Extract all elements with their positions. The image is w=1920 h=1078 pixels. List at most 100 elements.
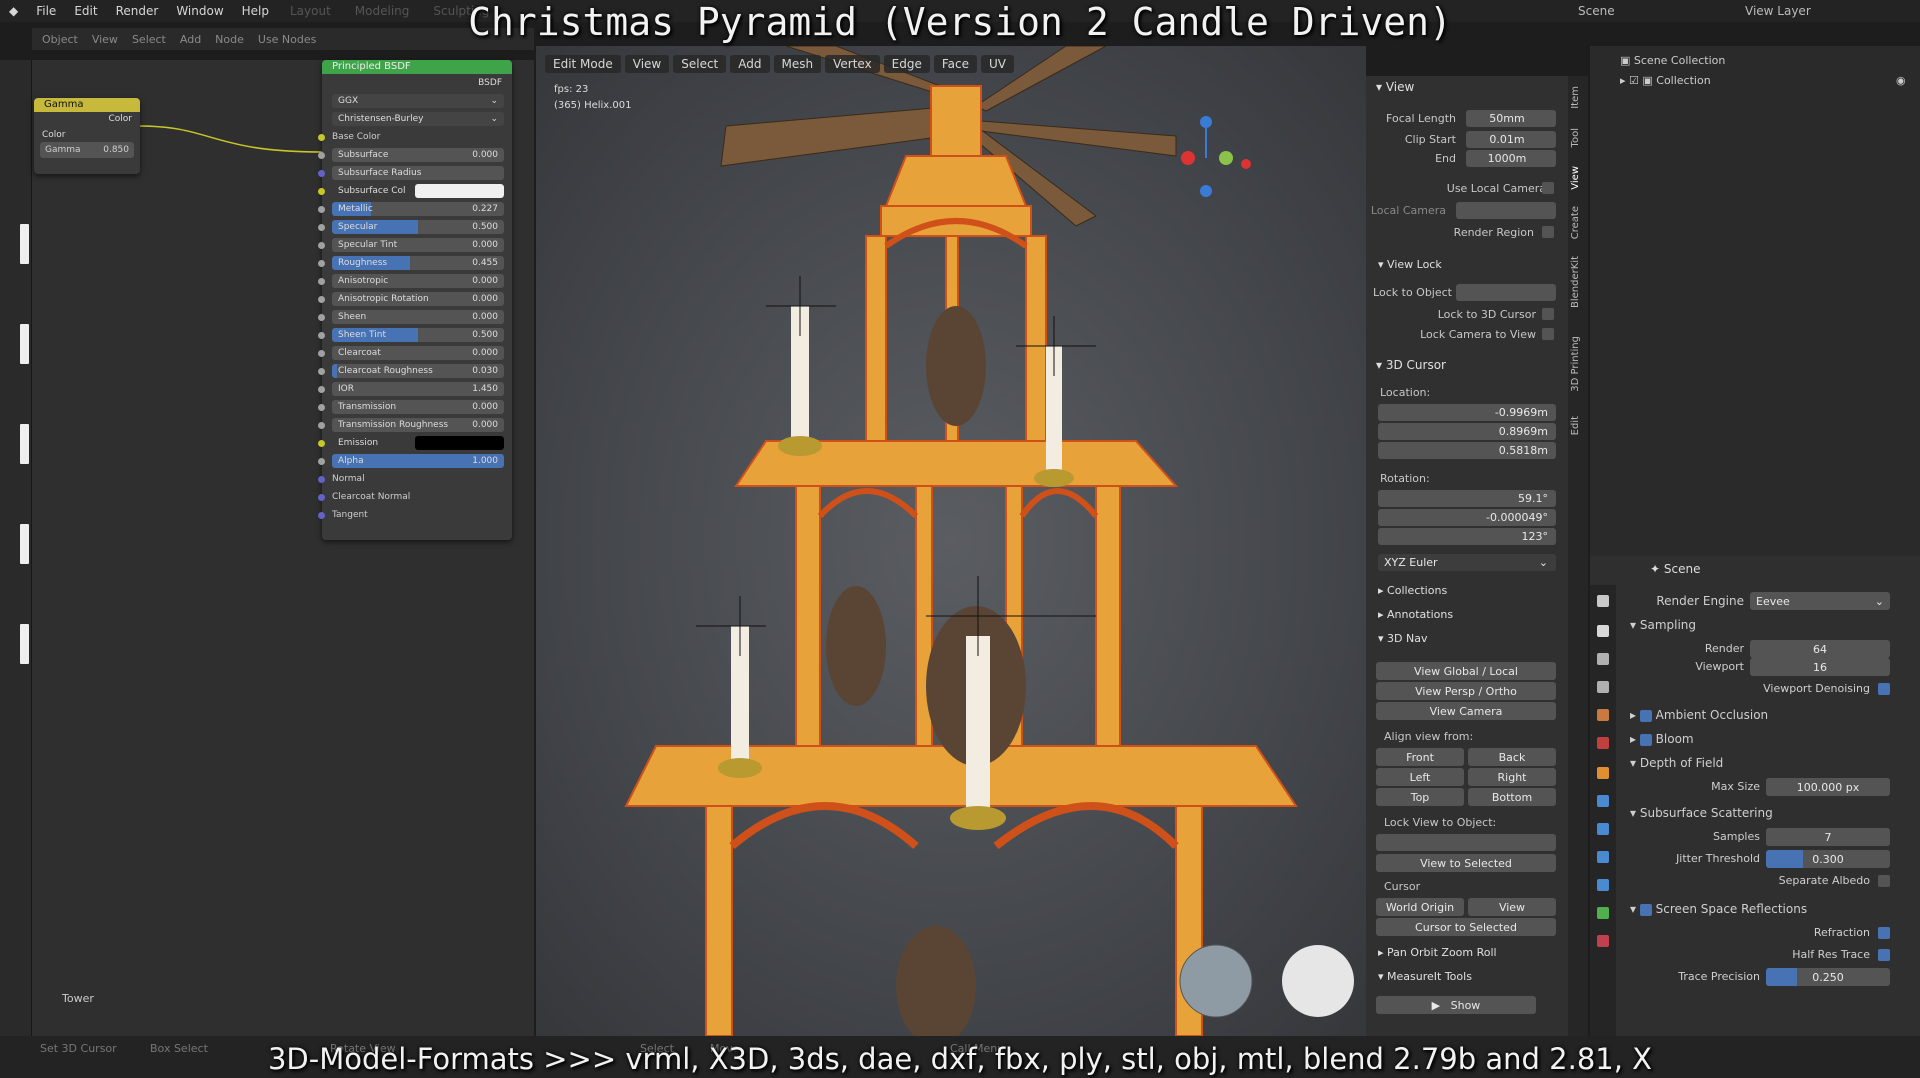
tool-tab-icon[interactable]	[1597, 595, 1609, 607]
max-size-field[interactable]: 100.000 px	[1766, 778, 1890, 796]
view-section-header[interactable]: ▾ View	[1366, 76, 1568, 98]
local-camera-field[interactable]	[1456, 202, 1556, 219]
sss-samples-field[interactable]: 7	[1766, 828, 1890, 846]
gamma-value-field[interactable]: Gamma 0.850	[40, 142, 134, 158]
measureit-show-button[interactable]: ▶ Show	[1376, 996, 1536, 1014]
sampling-header[interactable]: ▾ Sampling	[1630, 618, 1696, 632]
ao-checkbox[interactable]	[1639, 709, 1652, 722]
bsdf-param-row[interactable]: Metallic 0.227	[318, 200, 512, 218]
physics-tab-icon[interactable]	[1597, 851, 1609, 863]
bsdf-param-row[interactable]: Specular Tint 0.000	[318, 236, 512, 254]
tool-scale-icon[interactable]	[20, 524, 29, 564]
bsdf-param-field[interactable]: Anisotropic Rotation 0.000	[332, 292, 504, 306]
bsdf-param-row[interactable]: Subsurface Radius	[318, 164, 512, 182]
cursor-x-field[interactable]: -0.9969m	[1378, 404, 1556, 421]
visibility-eye-icon[interactable]: ◉	[1896, 74, 1906, 87]
scene-tab-icon[interactable]	[1597, 709, 1609, 721]
render-region-checkbox[interactable]	[1542, 226, 1554, 238]
cursor-rot-y-field[interactable]: -0.000049°	[1378, 509, 1556, 526]
bsdf-param-row[interactable]: Emission	[318, 434, 512, 452]
bsdf-param-row[interactable]: Subsurface Col	[318, 182, 512, 200]
bsdf-param-row[interactable]: Alpha 1.000	[318, 452, 512, 470]
world-tab-icon[interactable]	[1597, 737, 1609, 749]
distribution-dropdown[interactable]: GGX ⌄	[332, 94, 504, 108]
tab-tool[interactable]: Tool	[1570, 128, 1586, 147]
bsdf-param-field[interactable]: Subsurface 0.000	[332, 148, 504, 162]
bsdf-param-field[interactable]: Specular 0.500	[332, 220, 504, 234]
tool-rotate-icon[interactable]	[20, 424, 29, 464]
tool-transform-icon[interactable]	[20, 624, 29, 664]
trace-precision-slider[interactable]: 0.250	[1766, 968, 1890, 986]
gamma-node[interactable]: Gamma Color Color Gamma 0.850	[34, 98, 140, 174]
bsdf-param-field[interactable]: Specular Tint 0.000	[332, 238, 504, 252]
collections-header[interactable]: ▸ Collections	[1378, 584, 1447, 597]
tab-blenderkit[interactable]: BlenderKit	[1570, 256, 1586, 308]
color-swatch[interactable]	[414, 436, 504, 450]
node-editor[interactable]: Gamma Color Color Gamma 0.850 Principled…	[32, 60, 534, 1036]
bsdf-param-field[interactable]: Roughness 0.455	[332, 256, 504, 270]
dof-header[interactable]: ▾ Depth of Field	[1630, 756, 1723, 770]
align-left-button[interactable]: Left	[1376, 768, 1464, 786]
align-top-button[interactable]: Top	[1376, 788, 1464, 806]
tab-edit[interactable]: Edit	[1570, 416, 1586, 435]
bsdf-param-row[interactable]: Transmission Roughness 0.000	[318, 416, 512, 434]
menu-uv[interactable]: UV	[981, 55, 1015, 73]
color-swatch[interactable]	[414, 184, 504, 198]
bsdf-param-field[interactable]: Sheen Tint 0.500	[332, 328, 504, 342]
bsdf-param-field[interactable]: Metallic 0.227	[332, 202, 504, 216]
bsdf-param-row[interactable]: Anisotropic Rotation 0.000	[318, 290, 512, 308]
principled-bsdf-node[interactable]: Principled BSDF BSDF GGX ⌄ Christensen-Bu…	[318, 60, 512, 540]
tool-select-icon[interactable]	[20, 224, 29, 264]
viewport-denoise-checkbox[interactable]	[1878, 683, 1890, 695]
bsdf-param-field[interactable]: Sheen 0.000	[332, 310, 504, 324]
view-layer-tab-icon[interactable]	[1597, 681, 1609, 693]
jitter-threshold-slider[interactable]: 0.300	[1766, 850, 1890, 868]
ssr-row[interactable]: ▾ Screen Space Reflections	[1630, 902, 1807, 916]
view-global-local-button[interactable]: View Global / Local	[1376, 662, 1556, 680]
annotations-header[interactable]: ▸ Annotations	[1378, 608, 1453, 621]
view-camera-button[interactable]: View Camera	[1376, 702, 1556, 720]
bsdf-param-row[interactable]: IOR 1.450	[318, 380, 512, 398]
data-tab-icon[interactable]	[1597, 907, 1609, 919]
half-res-checkbox[interactable]	[1878, 949, 1890, 961]
menu-select[interactable]: Select	[673, 55, 727, 73]
lock-to-cursor-checkbox[interactable]	[1542, 308, 1554, 320]
render-samples-field[interactable]: 64	[1750, 640, 1890, 658]
use-local-camera-checkbox[interactable]	[1542, 182, 1554, 194]
base-color-socket[interactable]: Base Color	[318, 128, 512, 146]
focal-length-field[interactable]: 50mm	[1466, 110, 1556, 127]
menu-face[interactable]: Face	[933, 55, 978, 73]
tab-view[interactable]: View	[1570, 166, 1586, 190]
cursor-y-field[interactable]: 0.8969m	[1378, 423, 1556, 440]
ao-row[interactable]: ▸ Ambient Occlusion	[1630, 708, 1768, 722]
align-bottom-button[interactable]: Bottom	[1468, 788, 1556, 806]
bsdf-param-field[interactable]: IOR 1.450	[332, 382, 504, 396]
bsdf-param-field[interactable]: Clearcoat 0.000	[332, 346, 504, 360]
3d-cursor-section-header[interactable]: ▾ 3D Cursor	[1366, 354, 1446, 376]
bsdf-param-field[interactable]: Anisotropic 0.000	[332, 274, 504, 288]
bsdf-param-field[interactable]: Transmission Roughness 0.000	[332, 418, 504, 432]
clip-end-field[interactable]: 1000m	[1466, 150, 1556, 167]
bsdf-param-field[interactable]: Transmission 0.000	[332, 400, 504, 414]
view-persp-ortho-button[interactable]: View Persp / Ortho	[1376, 682, 1556, 700]
3d-viewport[interactable]: fps: 23 (365) Helix.001	[536, 46, 1366, 1036]
tab-create[interactable]: Create	[1570, 206, 1586, 239]
cursor-rot-z-field[interactable]: 123°	[1378, 528, 1556, 545]
bsdf-param-row[interactable]: Anisotropic 0.000	[318, 272, 512, 290]
world-origin-button[interactable]: World Origin	[1376, 898, 1464, 916]
bloom-row[interactable]: ▸ Bloom	[1630, 732, 1694, 746]
menu-view[interactable]: View	[624, 55, 670, 73]
bsdf-param-field[interactable]: Subsurface Col	[332, 184, 504, 198]
sss-header[interactable]: ▾ Subsurface Scattering	[1630, 806, 1773, 820]
output-tab-icon[interactable]	[1597, 653, 1609, 665]
align-right-button[interactable]: Right	[1468, 768, 1556, 786]
render-engine-dropdown[interactable]: Eevee ⌄	[1750, 592, 1890, 610]
bsdf-param-row[interactable]: Transmission 0.000	[318, 398, 512, 416]
tab-item[interactable]: Item	[1570, 86, 1586, 109]
outliner-collection[interactable]: ▸ ☑ ▣ Collection	[1620, 74, 1711, 87]
viewport-samples-field[interactable]: 16	[1750, 658, 1890, 676]
cursor-z-field[interactable]: 0.5818m	[1378, 442, 1556, 459]
bsdf-socket-row[interactable]: Normal	[318, 470, 512, 488]
bsdf-param-field[interactable]: Subsurface Radius	[332, 166, 504, 180]
align-front-button[interactable]: Front	[1376, 748, 1464, 766]
